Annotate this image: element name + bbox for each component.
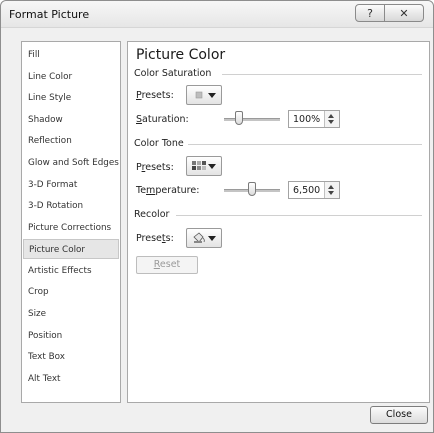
saturation-spin-buttons[interactable]	[324, 111, 339, 127]
color-tone-heading: Color Tone	[134, 138, 184, 149]
temperature-spinner[interactable]: 6,500	[288, 181, 340, 199]
temperature-spin-buttons[interactable]	[324, 182, 339, 198]
divider	[188, 144, 422, 145]
color-tone-preset-icon	[192, 161, 206, 170]
category-list: Fill Line Color Line Style Shadow Reflec…	[21, 41, 121, 403]
chevron-down-icon	[208, 93, 216, 98]
nav-item-3d-format[interactable]: 3-D Format	[23, 175, 119, 195]
spin-down-icon	[328, 191, 334, 195]
nav-item-size[interactable]: Size	[23, 304, 119, 324]
tone-presets-label: Presets:	[136, 162, 174, 173]
nav-item-artistic-effects[interactable]: Artistic Effects	[23, 261, 119, 281]
dialog-title: Format Picture	[9, 8, 90, 21]
format-picture-dialog: Format Picture ? ✕ Fill Line Color Line …	[0, 0, 434, 433]
nav-item-text-box[interactable]: Text Box	[23, 347, 119, 367]
paint-bucket-icon	[193, 232, 205, 243]
picture-color-pane: Picture Color Color Saturation Presets: …	[127, 41, 430, 403]
nav-item-alt-text[interactable]: Alt Text	[23, 369, 119, 389]
nav-item-shadow[interactable]: Shadow	[23, 110, 119, 130]
nav-item-glow-soft-edges[interactable]: Glow and Soft Edges	[23, 153, 119, 173]
spin-down-icon	[328, 120, 334, 124]
nav-item-picture-color[interactable]: Picture Color	[23, 239, 119, 259]
recolor-presets-dropdown[interactable]	[186, 228, 222, 248]
saturation-presets-dropdown[interactable]	[186, 85, 222, 105]
temperature-slider-thumb[interactable]	[248, 182, 256, 196]
saturation-slider-thumb[interactable]	[235, 111, 244, 125]
close-icon: ✕	[399, 6, 409, 20]
nav-item-position[interactable]: Position	[23, 326, 119, 346]
close-button[interactable]: Close	[370, 406, 428, 424]
help-button[interactable]: ?	[355, 4, 385, 22]
recolor-heading: Recolor	[134, 209, 170, 220]
temperature-value: 6,500	[293, 185, 321, 196]
tone-presets-dropdown[interactable]	[186, 156, 222, 176]
temperature-label: Temperature:	[136, 185, 200, 196]
help-icon: ?	[367, 6, 373, 20]
gray-swatch-icon	[195, 91, 203, 99]
saturation-value: 100%	[293, 114, 321, 125]
recolor-presets-label: Presets:	[136, 233, 174, 244]
divider	[222, 74, 422, 75]
divider	[176, 215, 422, 216]
saturation-presets-label: Presets:	[136, 90, 174, 101]
nav-item-line-style[interactable]: Line Style	[23, 88, 119, 108]
nav-item-reflection[interactable]: Reflection	[23, 131, 119, 151]
spin-up-icon	[328, 185, 334, 189]
spin-up-icon	[328, 114, 334, 118]
nav-item-line-color[interactable]: Line Color	[23, 67, 119, 87]
chevron-down-icon	[208, 236, 216, 241]
saturation-spinner[interactable]: 100%	[288, 110, 340, 128]
saturation-label: Saturation:	[136, 114, 189, 125]
nav-item-3d-rotation[interactable]: 3-D Rotation	[23, 196, 119, 216]
pane-title: Picture Color	[136, 47, 226, 63]
chevron-down-icon	[208, 164, 216, 169]
color-saturation-heading: Color Saturation	[134, 68, 212, 79]
title-bar: Format Picture ? ✕	[1, 1, 433, 28]
saturation-slider-track[interactable]	[224, 118, 280, 121]
close-window-button[interactable]: ✕	[384, 4, 424, 22]
nav-item-crop[interactable]: Crop	[23, 282, 119, 302]
nav-item-fill[interactable]: Fill	[23, 45, 119, 65]
nav-item-picture-corrections[interactable]: Picture Corrections	[23, 218, 119, 238]
reset-button[interactable]: Reset	[136, 256, 198, 274]
